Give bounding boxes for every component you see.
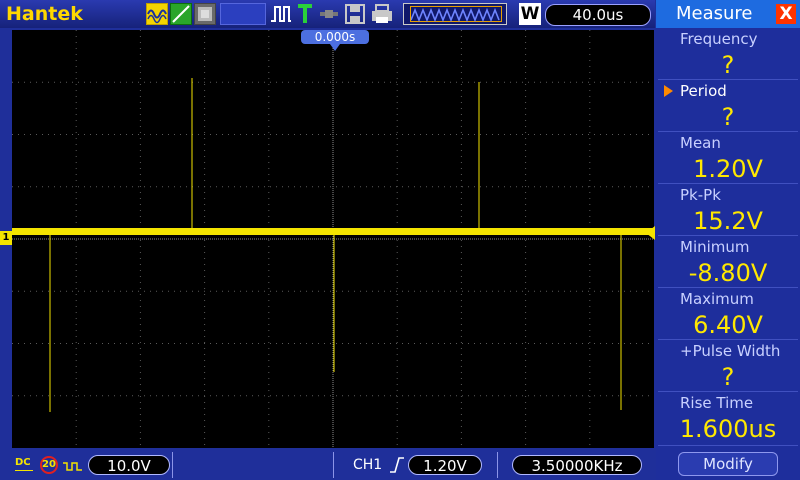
modify-button[interactable]: Modify [678,452,778,476]
link-icon[interactable] [318,3,340,25]
divider [333,452,334,478]
divider [497,452,498,478]
measure-panel-header: Measure X [656,0,800,28]
measure-item-label: Pk-Pk [680,186,721,204]
measure-item-label: +Pulse Width [680,342,781,360]
memory-view-window [410,6,502,23]
measure-item-mean-value: 1.20V [693,155,763,183]
measure-item-frequency-value: ? [721,51,735,79]
coupling-label: DC [15,457,31,468]
pulse-trigger-icon[interactable] [270,3,292,25]
invert-icon [62,458,84,477]
channel-1-marker[interactable]: 1 [0,231,12,245]
print-icon[interactable] [370,3,394,25]
divider [658,445,798,446]
trigger-level-readout[interactable]: 1.20V [408,455,482,475]
measure-panel-title: Measure [676,3,753,24]
measure-item-pkpk-value: 15.2V [693,207,763,235]
measure-item-minimum-value: -8.80V [688,259,768,287]
trigger-position-arrow-icon[interactable] [330,44,340,51]
measure-item-label: Period [680,82,727,100]
top-toolbar: Hantek W 40.0us [0,0,655,28]
dc-coupling-icon [15,470,33,471]
trigger-level-arrow-icon[interactable] [646,226,655,240]
timebase-readout[interactable]: 40.0us [545,4,651,26]
trigger-icon[interactable] [296,3,314,25]
measure-item-mean-label[interactable]: Mean [656,132,800,154]
rising-edge-icon [389,457,405,477]
measure-item-period-label[interactable]: Period [656,80,800,102]
brand-logo: Hantek [6,3,83,25]
trigger-source-label: CH1 [353,457,383,473]
waveform-display[interactable] [12,30,654,448]
ramp-icon[interactable] [170,3,192,25]
measure-item-label: Minimum [680,238,750,256]
memory-depth-bar[interactable] [403,3,507,25]
measure-panel: Measure X Frequency ? Period ? Mean 1.20… [656,0,800,480]
status-blank-box [220,3,266,25]
close-icon[interactable]: X [776,4,796,24]
measure-item-pulse-width-label[interactable]: +Pulse Width [656,340,800,362]
measure-item-label: Maximum [680,290,754,308]
acquire-mode-badge[interactable]: W [519,3,541,25]
measure-item-rise-time-label[interactable]: Rise Time [656,392,800,414]
measure-item-pulse-width-value: ? [721,363,735,391]
measure-item-label: Rise Time [680,394,754,412]
frequency-counter-readout: 3.50000KHz [512,455,642,475]
divider [172,452,173,478]
measure-item-rise-time-value: 1.600us [679,415,777,443]
measure-item-label: Mean [680,134,721,152]
trace-baseline [12,228,654,235]
bottom-status-bar: DC 20 10.0V CH1 1.20V 3.50000KHz [0,450,655,480]
persistence-icon[interactable] [194,3,216,25]
measure-item-label: Frequency [680,30,758,48]
trigger-position-readout[interactable]: 0.000s [301,30,369,44]
measure-item-frequency-label[interactable]: Frequency [656,28,800,50]
bandwidth-limit-badge: 20 [40,456,58,474]
selection-pointer-icon [664,85,673,97]
channel-1-trace [12,78,654,412]
measure-item-maximum-value: 6.40V [693,311,763,339]
channel-1-scale[interactable]: 10.0V [88,455,170,475]
save-icon[interactable] [344,3,366,25]
measure-item-minimum-label[interactable]: Minimum [656,236,800,258]
waveform-icon[interactable] [146,3,168,25]
measure-item-pkpk-label[interactable]: Pk-Pk [656,184,800,206]
measure-item-period-value: ? [721,103,735,131]
measure-item-maximum-label[interactable]: Maximum [656,288,800,310]
